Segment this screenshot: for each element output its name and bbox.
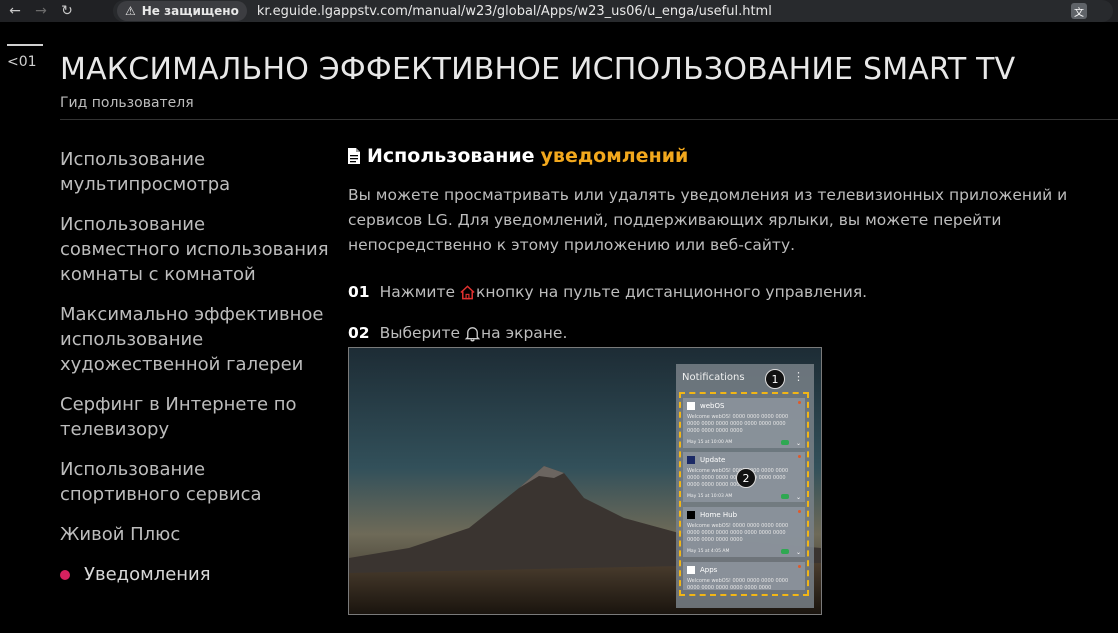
section-title-accent: уведомлений bbox=[540, 145, 689, 167]
card-text: Welcome webOS! 0000 0000 0000 0000 0000 … bbox=[687, 578, 789, 591]
card-text: Welcome webOS! 0000 0000 0000 0000 0000 … bbox=[687, 414, 789, 434]
header-divider bbox=[60, 119, 1118, 120]
chevron-down-icon: ⌄ bbox=[795, 440, 801, 447]
sidebar-item-sports[interactable]: Использование спортивного сервиса bbox=[60, 457, 330, 507]
intro-paragraph: Вы можете просматривать или удалять увед… bbox=[348, 186, 1068, 254]
sidebar-item-label: Уведомления bbox=[84, 564, 211, 585]
card-header: Update bbox=[687, 456, 725, 464]
card-app-name: Home Hub bbox=[700, 511, 738, 519]
card-date: May 15 at 4:05 AM bbox=[687, 549, 730, 554]
active-indicator bbox=[60, 569, 70, 580]
card-text: Welcome webOS! 0000 0000 0000 0000 0000 … bbox=[687, 523, 789, 543]
sidebar-nav: Использование мультипросмотра Использова… bbox=[60, 147, 330, 602]
section-title: Использование уведомлений bbox=[347, 145, 688, 167]
notifications-panel-title: Notifications bbox=[682, 372, 745, 383]
address-bar[interactable]: ⚠ Не защищено kr.eguide.lgappstv.com/man… bbox=[113, 0, 1113, 22]
card-date: May 15 at 10:00 AM bbox=[687, 440, 733, 445]
callout-marker-1: 1 bbox=[765, 369, 785, 389]
notification-card: webOS Welcome webOS! 0000 0000 0000 0000… bbox=[683, 398, 805, 448]
notifications-panel: Notifications ⋮ webOS Welcome webOS! 000… bbox=[676, 364, 814, 608]
card-date: May 15 at 10:03 AM bbox=[687, 494, 733, 499]
unread-dot bbox=[798, 401, 801, 404]
sidebar-item-notifications[interactable]: Уведомления bbox=[60, 562, 330, 587]
forward-arrow-icon[interactable]: → bbox=[30, 0, 52, 22]
step-text-after: на экране. bbox=[481, 324, 568, 342]
step-number: 02 bbox=[348, 324, 370, 342]
card-header: Home Hub bbox=[687, 511, 737, 519]
app-icon bbox=[687, 566, 695, 574]
unread-dot bbox=[798, 455, 801, 458]
back-tab[interactable]: <01 bbox=[7, 44, 43, 70]
page-subtitle: Гид пользователя bbox=[60, 95, 194, 111]
notification-card: Home Hub Welcome webOS! 0000 0000 0000 0… bbox=[683, 507, 805, 557]
tv-screenshot-figure: Notifications ⋮ webOS Welcome webOS! 000… bbox=[348, 347, 822, 615]
unread-dot bbox=[798, 510, 801, 513]
chevron-down-icon: ⌄ bbox=[795, 549, 801, 556]
sidebar-item-live-plus[interactable]: Живой Плюс bbox=[60, 522, 330, 547]
step-text-before: Нажмите bbox=[379, 283, 456, 301]
more-options-icon: ⋮ bbox=[793, 370, 804, 383]
chevron-down-icon: ⌄ bbox=[795, 494, 801, 501]
back-arrow-icon[interactable]: ← bbox=[4, 0, 26, 22]
shortcut-badge bbox=[781, 494, 789, 499]
step-1: 01 Нажмите кнопку на пульте дистанционно… bbox=[348, 283, 867, 301]
step-text-after: кнопку на пульте дистанционного управлен… bbox=[476, 283, 868, 301]
step-2: 02 Выберите на экране. bbox=[348, 324, 567, 342]
sidebar-item-art-gallery[interactable]: Максимально эффективное использование ху… bbox=[60, 302, 330, 377]
url-text[interactable]: kr.eguide.lgappstv.com/manual/w23/global… bbox=[257, 4, 772, 19]
sidebar-item-multiview[interactable]: Использование мультипросмотра bbox=[60, 147, 330, 197]
reload-icon[interactable]: ↻ bbox=[56, 0, 78, 22]
section-title-prefix: Использование bbox=[367, 145, 535, 167]
unread-dot bbox=[798, 565, 801, 568]
shortcut-badge bbox=[781, 440, 789, 445]
callout-marker-2: 2 bbox=[736, 468, 756, 488]
card-app-name: Update bbox=[700, 456, 726, 464]
bell-icon bbox=[464, 326, 481, 341]
app-icon bbox=[687, 402, 695, 410]
step-number: 01 bbox=[348, 283, 370, 301]
translate-icon[interactable]: 文 bbox=[1071, 3, 1087, 19]
step-text-before: Выберите bbox=[379, 324, 461, 342]
home-icon bbox=[460, 284, 475, 299]
warning-icon: ⚠ bbox=[125, 4, 136, 18]
card-header: webOS bbox=[687, 402, 724, 410]
page-title: МАКСИМАЛЬНО ЭФФЕКТИВНОЕ ИСПОЛЬЗОВАНИЕ SM… bbox=[60, 52, 1016, 87]
sidebar-item-web-browsing[interactable]: Серфинг в Интернете по телевизору bbox=[60, 392, 330, 442]
card-app-name: Apps bbox=[700, 566, 718, 574]
security-label: Не защищено bbox=[141, 4, 239, 18]
sidebar-item-room-to-room[interactable]: Использование совместного использования … bbox=[60, 212, 330, 287]
browser-toolbar: ← → ↻ ⚠ Не защищено kr.eguide.lgappstv.c… bbox=[0, 0, 1118, 22]
card-app-name: webOS bbox=[700, 402, 725, 410]
app-icon bbox=[687, 456, 695, 464]
shortcut-badge bbox=[781, 549, 789, 554]
notification-card: Apps Welcome webOS! 0000 0000 0000 0000 … bbox=[683, 562, 805, 591]
card-header: Apps bbox=[687, 566, 717, 574]
security-chip[interactable]: ⚠ Не защищено bbox=[117, 1, 247, 21]
app-icon bbox=[687, 511, 695, 519]
back-label[interactable]: <01 bbox=[7, 54, 43, 70]
document-icon bbox=[348, 148, 360, 164]
